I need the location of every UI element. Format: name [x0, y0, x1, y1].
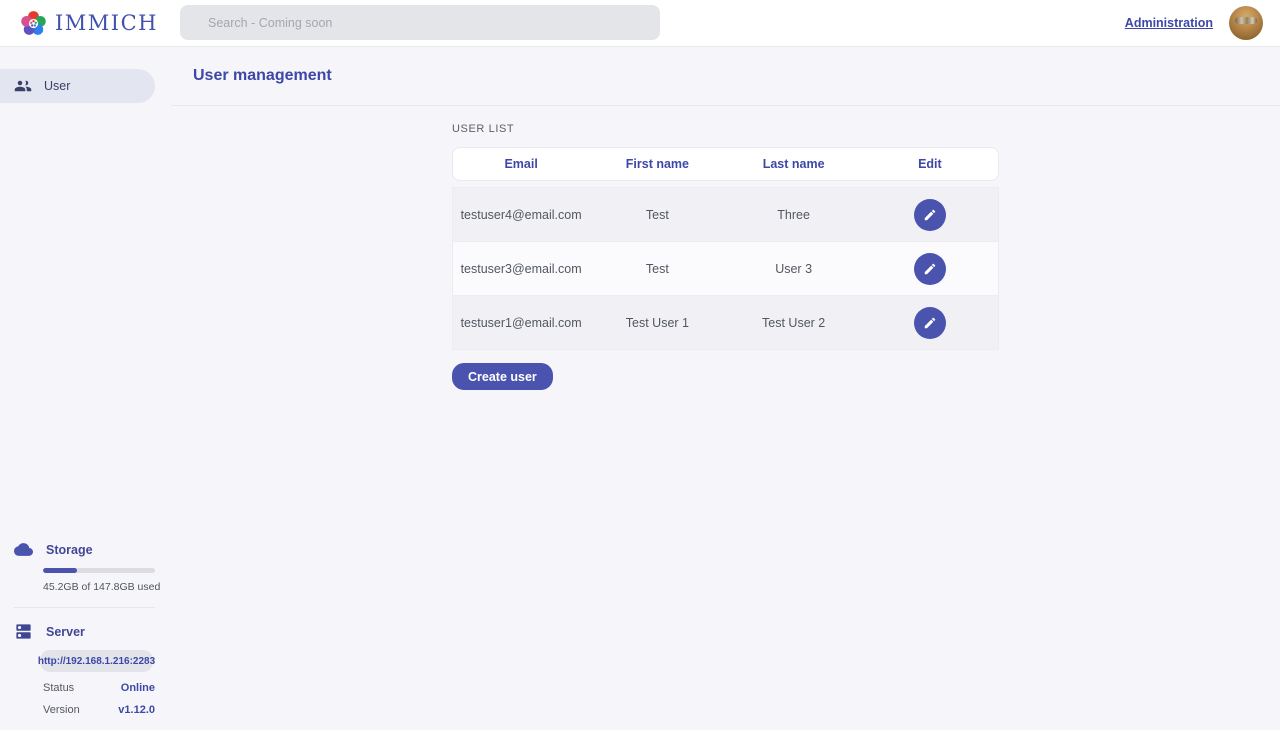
cell-last-name: Three [726, 208, 862, 222]
sidebar-item-label: User [44, 79, 70, 93]
table-row: testuser1@email.com Test User 1 Test Use… [453, 295, 998, 349]
cell-first-name: Test [589, 262, 725, 276]
col-header-email: Email [453, 157, 589, 171]
storage-usage-text: 45.2GB of 147.8GB used [43, 581, 171, 593]
page-title: User management [193, 67, 332, 85]
cloud-icon [14, 540, 33, 559]
edit-user-button[interactable] [914, 199, 946, 231]
pencil-icon [923, 208, 937, 222]
cell-email: testuser1@email.com [453, 316, 589, 330]
sidebar: User Storage 45.2GB of 147.8GB used [0, 47, 171, 730]
table-body: testuser4@email.com Test Three te [452, 187, 999, 350]
user-list-label: USER LIST [452, 123, 1280, 135]
immich-logo-icon [20, 10, 47, 37]
server-title: Server [46, 625, 85, 639]
pencil-icon [923, 316, 937, 330]
search-input[interactable] [180, 5, 660, 40]
app-brand[interactable]: IMMICH [0, 10, 180, 37]
sidebar-status-panel: Storage 45.2GB of 147.8GB used Server ht… [0, 540, 171, 730]
col-header-last-name: Last name [726, 157, 862, 171]
create-user-button[interactable]: Create user [452, 363, 553, 390]
edit-user-button[interactable] [914, 307, 946, 339]
table-header-row: Email First name Last name Edit [452, 147, 999, 181]
server-icon [14, 622, 33, 641]
sidebar-divider [14, 607, 155, 608]
cell-first-name: Test User 1 [589, 316, 725, 330]
page-header: User management [171, 47, 1280, 106]
cell-last-name: Test User 2 [726, 316, 862, 330]
storage-title: Storage [46, 543, 93, 557]
app-title: IMMICH [55, 11, 158, 35]
storage-progress-fill [43, 568, 77, 573]
main-content: User management USER LIST Email First na… [171, 47, 1280, 730]
pencil-icon [923, 262, 937, 276]
table-row: testuser4@email.com Test Three [453, 187, 998, 241]
user-table: Email First name Last name Edit testuser… [452, 147, 999, 350]
administration-link[interactable]: Administration [1125, 16, 1213, 30]
cell-email: testuser4@email.com [453, 208, 589, 222]
col-header-edit: Edit [862, 157, 998, 171]
people-icon [14, 77, 32, 95]
table-row: testuser3@email.com Test User 3 [453, 241, 998, 295]
server-version-value: v1.12.0 [118, 704, 155, 716]
col-header-first-name: First name [589, 157, 725, 171]
top-bar: IMMICH Administration [0, 0, 1280, 47]
server-url-chip: http://192.168.1.216:2283 [40, 650, 153, 672]
sidebar-item-user[interactable]: User [0, 69, 155, 103]
server-status-value: Online [121, 682, 155, 694]
cell-email: testuser3@email.com [453, 262, 589, 276]
cell-first-name: Test [589, 208, 725, 222]
user-avatar[interactable] [1229, 6, 1263, 40]
server-version-label: Version [43, 704, 80, 716]
edit-user-button[interactable] [914, 253, 946, 285]
cell-last-name: User 3 [726, 262, 862, 276]
server-status-label: Status [43, 682, 74, 694]
storage-progress-bar [43, 568, 155, 573]
